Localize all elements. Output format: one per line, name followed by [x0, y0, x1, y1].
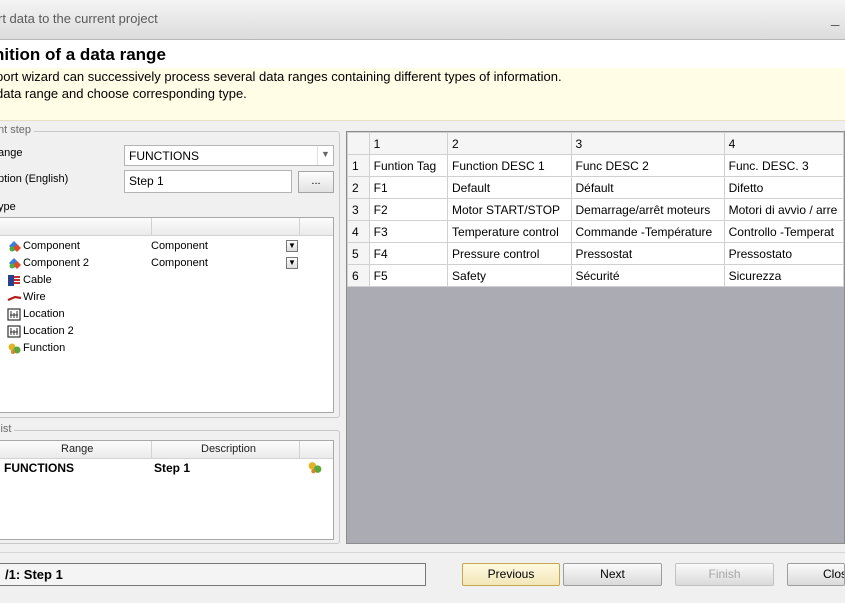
current-step-group-title: nt step — [0, 124, 35, 136]
range-column-header[interactable]: Range — [61, 443, 93, 455]
finish-button[interactable]: Finish — [675, 563, 774, 586]
grid-cell[interactable]: Temperature control — [447, 220, 572, 243]
grid-row[interactable]: 3 F2 Motor START/STOP Demarrage/arrêt mo… — [347, 198, 844, 221]
range-label: ange — [0, 147, 23, 159]
location-icon — [7, 308, 21, 321]
grid-cell[interactable]: Func DESC 2 — [570, 154, 725, 177]
range-value: FUNCTIONS — [129, 149, 199, 163]
grid-cell[interactable]: Pressostato — [723, 242, 844, 265]
location-icon — [7, 325, 21, 338]
type-row-location[interactable]: Location — [0, 306, 329, 323]
grid-row-header[interactable]: 4 — [347, 220, 370, 243]
type-label: ype — [0, 201, 16, 213]
function-icon — [308, 462, 322, 474]
type-row-cable[interactable]: Cable — [0, 272, 329, 289]
grid-column-header[interactable]: 3 — [570, 132, 725, 155]
component-icon — [9, 241, 21, 252]
grid-cell[interactable]: Motori di avvio / arre — [723, 198, 844, 221]
grid-cell[interactable]: Sicurezza — [723, 264, 844, 287]
type-row-wire[interactable]: Wire — [0, 289, 329, 306]
grid-row-header[interactable]: 3 — [347, 198, 370, 221]
close-button[interactable]: Close — [787, 563, 845, 586]
step-status: /1: Step 1 — [0, 563, 426, 586]
grid-row-header[interactable]: 1 — [347, 154, 370, 177]
minimize-button[interactable]: _ — [831, 10, 839, 27]
type-list[interactable]: Component Component ▼ Component 2 Compon… — [0, 217, 334, 413]
type-row-location-2[interactable]: Location 2 — [0, 323, 329, 340]
previous-button[interactable]: Previous — [462, 563, 560, 586]
grid-cell[interactable]: Défault — [570, 176, 725, 199]
browse-button[interactable]: ... — [298, 171, 334, 193]
range-list-row-description: Step 1 — [154, 461, 191, 475]
range-combobox[interactable]: FUNCTIONS ▼ — [124, 145, 334, 166]
range-list-group-title: list — [0, 423, 15, 435]
range-list-row[interactable]: FUNCTIONS Step 1 — [0, 459, 333, 476]
wizard-header: nition of a data range port wizard can s… — [0, 40, 845, 121]
grid-row-header[interactable]: 5 — [347, 242, 370, 265]
grid-cell[interactable]: Commande -Température — [570, 220, 725, 243]
divider — [0, 552, 845, 553]
grid-cell[interactable]: Pressostat — [570, 242, 725, 265]
chevron-down-icon[interactable]: ▼ — [286, 240, 298, 252]
cable-icon — [8, 275, 20, 286]
grid-column-header[interactable]: 2 — [447, 132, 572, 155]
grid-row-header[interactable]: 2 — [347, 176, 370, 199]
grid-cell[interactable]: F3 — [368, 220, 449, 243]
function-icon — [8, 343, 21, 354]
grid-row[interactable]: 1 Funtion Tag Function DESC 1 Func DESC … — [347, 154, 844, 177]
grid-row[interactable]: 2 F1 Default Défault Difetto — [347, 176, 844, 199]
next-button[interactable]: Next — [563, 563, 662, 586]
window-titlebar: rt data to the current project _ — [0, 0, 845, 40]
grid-cell[interactable]: Function DESC 1 — [447, 154, 572, 177]
grid-cell[interactable]: F2 — [368, 198, 449, 221]
header-description-line-1: port wizard can successively process sev… — [0, 69, 562, 84]
grid-cell[interactable]: Pressure control — [447, 242, 572, 265]
range-list[interactable]: Range Description FUNCTIONS Step 1 — [0, 440, 334, 540]
range-list-header: Range Description — [0, 441, 333, 459]
chevron-down-icon[interactable]: ▼ — [286, 257, 298, 269]
description-column-header[interactable]: Description — [201, 443, 256, 455]
grid-cell[interactable]: Demarrage/arrêt moteurs — [570, 198, 725, 221]
grid-cell[interactable]: Default — [447, 176, 572, 199]
grid-cell[interactable]: Func. DESC. 3 — [723, 154, 844, 177]
data-preview-grid[interactable]: 1 2 3 4 1 Funtion Tag Function DESC 1 Fu… — [346, 131, 845, 544]
grid-cell[interactable]: F1 — [368, 176, 449, 199]
type-row-component-2[interactable]: Component 2 Component ▼ — [0, 255, 329, 272]
header-description-line-2: data range and choose corresponding type… — [0, 86, 247, 101]
chevron-down-icon[interactable]: ▼ — [317, 146, 333, 165]
description-field[interactable]: Step 1 — [124, 170, 292, 193]
grid-cell[interactable]: F4 — [368, 242, 449, 265]
grid-cell[interactable]: Sécurité — [570, 264, 725, 287]
grid-cell[interactable]: F5 — [368, 264, 449, 287]
grid-row[interactable]: 4 F3 Temperature control Commande -Tempé… — [347, 220, 844, 243]
grid-column-header[interactable]: 1 — [368, 132, 449, 155]
grid-header-row: 1 2 3 4 — [347, 132, 844, 155]
grid-cell[interactable]: Motor START/STOP — [447, 198, 572, 221]
grid-row-header[interactable]: 6 — [347, 264, 370, 287]
type-row-component[interactable]: Component Component ▼ — [0, 238, 329, 255]
type-row-function[interactable]: Function — [0, 340, 329, 357]
grid-cell[interactable]: Controllo -Temperat — [723, 220, 844, 243]
grid-row[interactable]: 6 F5 Safety Sécurité Sicurezza — [347, 264, 844, 287]
grid-corner-cell — [347, 132, 370, 155]
grid-cell[interactable]: Funtion Tag — [368, 154, 449, 177]
grid-cell[interactable]: Safety — [447, 264, 572, 287]
grid-row[interactable]: 5 F4 Pressure control Pressostat Pressos… — [347, 242, 844, 265]
page-title: nition of a data range — [0, 45, 166, 64]
range-list-row-range: FUNCTIONS — [4, 461, 74, 475]
grid-cell[interactable]: Difetto — [723, 176, 844, 199]
wire-icon — [7, 295, 22, 302]
description-label: ption (English) — [0, 173, 69, 185]
component-icon — [9, 258, 21, 269]
type-list-header — [0, 218, 333, 236]
grid-column-header[interactable]: 4 — [723, 132, 844, 155]
window-title: rt data to the current project — [0, 11, 158, 26]
